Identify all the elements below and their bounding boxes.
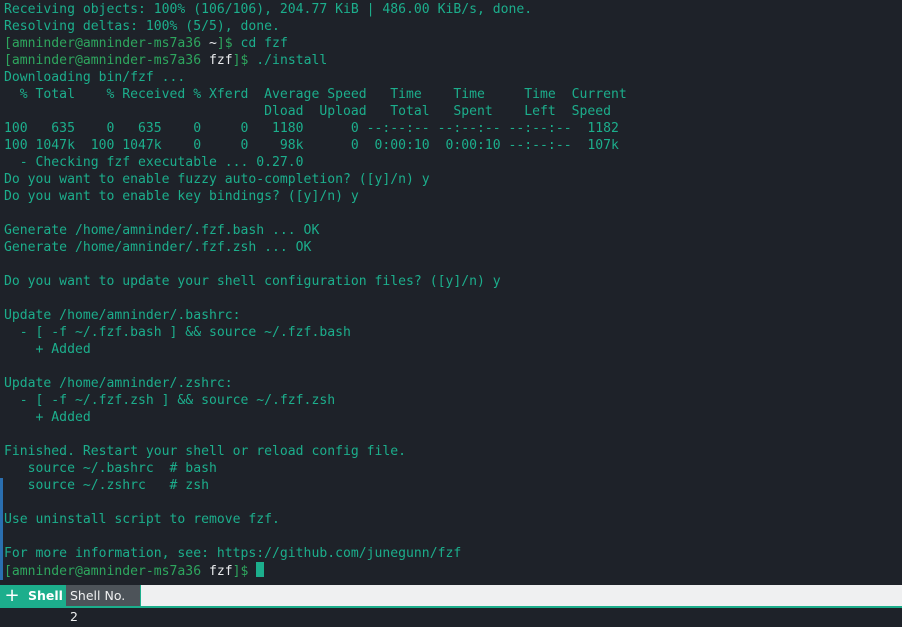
output-line: + Added xyxy=(4,410,91,425)
prompt-command: ./install xyxy=(248,53,328,68)
prompt-user-host: [amninder@amninder-ms7a36 xyxy=(4,564,209,579)
output-line: Do you want to enable key bindings? ([y]… xyxy=(4,189,359,204)
prompt-line: [amninder@amninder-ms7a36 fzf]$ xyxy=(4,562,627,579)
output-line: source ~/.bashrc # bash xyxy=(4,461,217,476)
output-line: Downloading bin/fzf ... xyxy=(4,70,186,85)
output-line: Resolving deltas: 100% (5/5), done. xyxy=(4,19,280,34)
prompt-end: ]$ xyxy=(232,53,249,68)
output-line: 100 1047k 100 1047k 0 0 98k 0 0:00:10 0:… xyxy=(4,138,619,153)
output-line: Do you want to enable fuzzy auto-complet… xyxy=(4,172,430,187)
output-line: % Total % Received % Xferd Average Speed… xyxy=(4,87,627,102)
output-line: Use uninstall script to remove fzf. xyxy=(4,512,280,527)
prompt-command: cd fzf xyxy=(232,36,288,51)
tab-shell-no-2[interactable]: Shell No. 2 xyxy=(66,585,141,624)
text-cursor[interactable] xyxy=(256,562,265,577)
output-line: - Checking fzf executable ... 0.27.0 xyxy=(4,155,304,170)
prompt-line: [amninder@amninder-ms7a36 ~]$ cd fzf xyxy=(4,35,627,52)
prompt-dir: fzf xyxy=(208,564,233,579)
prompt-user-host: [amninder@amninder-ms7a36 xyxy=(4,53,209,68)
output-line: + Added xyxy=(4,342,91,357)
prompt-user-host: [amninder@amninder-ms7a36 xyxy=(4,36,209,51)
terminal-output[interactable]: Receiving objects: 100% (106/106), 204.7… xyxy=(0,0,902,584)
output-line: Update /home/amninder/.bashrc: xyxy=(4,308,241,323)
tab-bar: + Shell Shell No. 2 xyxy=(0,585,902,624)
prompt-end: ]$ xyxy=(216,36,233,51)
prompt-dir: fzf xyxy=(208,53,233,68)
output-line: Do you want to update your shell configu… xyxy=(4,274,501,289)
output-line: source ~/.zshrc # zsh xyxy=(4,478,209,493)
terminal-lines: Receiving objects: 100% (106/106), 204.7… xyxy=(4,1,627,579)
output-line: - [ -f ~/.fzf.zsh ] && source ~/.fzf.zsh xyxy=(4,393,336,408)
output-line: Generate /home/amninder/.fzf.bash ... OK xyxy=(4,223,320,238)
new-tab-button[interactable]: + xyxy=(0,585,24,606)
output-line: 100 635 0 635 0 0 1180 0 --:--:-- --:--:… xyxy=(4,121,619,136)
output-line: - [ -f ~/.fzf.bash ] && source ~/.fzf.ba… xyxy=(4,325,351,340)
output-line: Finished. Restart your shell or reload c… xyxy=(4,444,407,459)
prompt-end: ]$ xyxy=(232,564,249,579)
output-line: Generate /home/amninder/.fzf.zsh ... OK xyxy=(4,240,312,255)
output-line: For more information, see: https://githu… xyxy=(4,546,462,561)
plus-icon: + xyxy=(4,585,20,606)
scroll-marker xyxy=(0,478,3,580)
prompt-line: [amninder@amninder-ms7a36 fzf]$ ./instal… xyxy=(4,52,627,69)
tab-shell[interactable]: Shell xyxy=(24,585,66,606)
prompt-dir: ~ xyxy=(208,36,217,51)
output-line: Dload Upload Total Spent Left Speed xyxy=(4,104,611,119)
prompt-command xyxy=(248,564,256,579)
output-line: Update /home/amninder/.zshrc: xyxy=(4,376,233,391)
output-line: Receiving objects: 100% (106/106), 204.7… xyxy=(4,2,533,17)
